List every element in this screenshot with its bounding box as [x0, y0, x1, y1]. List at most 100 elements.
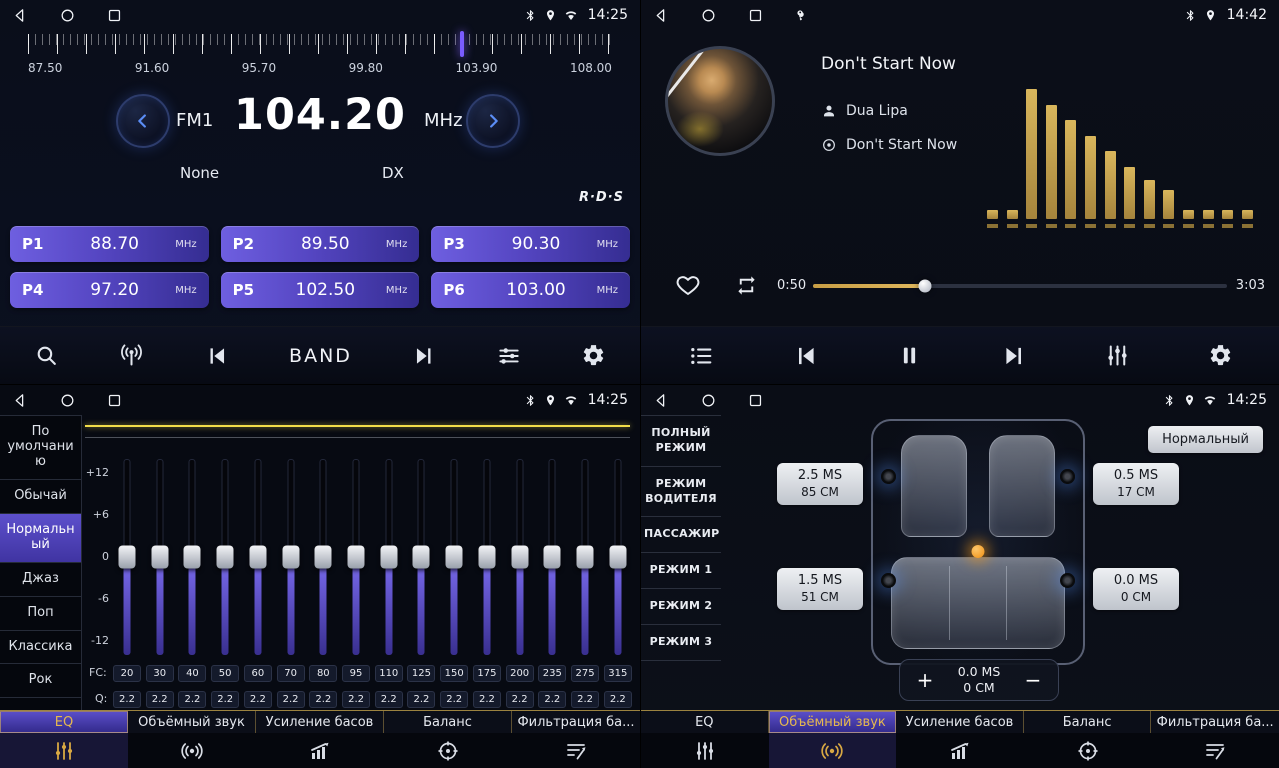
scale-indicator[interactable] [460, 31, 464, 57]
eq-slider-knob[interactable] [151, 546, 168, 569]
eq-icon[interactable] [641, 733, 769, 768]
band-button[interactable]: BAND [289, 345, 352, 367]
back-button[interactable] [12, 392, 29, 409]
playlist-button[interactable] [687, 342, 715, 370]
eq-band-slider[interactable] [604, 459, 632, 655]
rear-right-speaker[interactable] [1060, 573, 1075, 588]
eq-band-slider[interactable] [178, 459, 206, 655]
eq-band-slider[interactable] [113, 459, 141, 655]
front-right-speaker[interactable] [1060, 469, 1075, 484]
eq-band-slider[interactable] [244, 459, 272, 655]
front-left-speaker[interactable] [881, 469, 896, 484]
tab-balance[interactable]: Баланс [384, 711, 512, 733]
tune-down-button[interactable] [116, 94, 170, 148]
tune-sliders-button[interactable] [496, 343, 522, 369]
tab-bass-boost[interactable]: Усиление басов [896, 711, 1024, 733]
filter-icon[interactable] [512, 733, 640, 768]
eq-slider-knob[interactable] [217, 546, 234, 569]
tab-eq[interactable]: EQ [641, 711, 769, 733]
settings-button[interactable] [581, 343, 606, 368]
tab-eq[interactable]: EQ [0, 711, 128, 733]
home-button[interactable] [700, 7, 717, 24]
recents-button[interactable] [106, 7, 123, 24]
eq-preset-jazz[interactable]: Джаз [0, 563, 81, 597]
tune-up-button[interactable] [466, 94, 520, 148]
eq-icon[interactable] [0, 733, 128, 768]
filter-icon[interactable] [1151, 733, 1279, 768]
home-button[interactable] [700, 392, 717, 409]
preset-button-p5[interactable]: P5 102.50 MHz [221, 272, 420, 308]
preset-button-p3[interactable]: P3 90.30 MHz [431, 226, 630, 262]
eq-slider-knob[interactable] [511, 546, 528, 569]
eq-band-slider[interactable] [538, 459, 566, 655]
surround-icon[interactable] [769, 733, 897, 768]
back-button[interactable] [12, 7, 29, 24]
preset-button-p6[interactable]: P6 103.00 MHz [431, 272, 630, 308]
eq-band-slider[interactable] [571, 459, 599, 655]
eq-slider-knob[interactable] [282, 546, 299, 569]
eq-band-slider[interactable] [440, 459, 468, 655]
front-right-delay[interactable]: 0.5 MS 17 CM [1093, 463, 1179, 505]
preset-button-p1[interactable]: P1 88.70 MHz [10, 226, 209, 262]
eq-band-slider[interactable] [211, 459, 239, 655]
rear-left-delay[interactable]: 1.5 MS 51 CM [777, 568, 863, 610]
balance-icon[interactable] [1024, 733, 1152, 768]
eq-slider-knob[interactable] [577, 546, 594, 569]
eq-slider-knob[interactable] [249, 546, 266, 569]
eq-band-slider[interactable] [277, 459, 305, 655]
mode-driver[interactable]: РЕЖИМ ВОДИТЕЛЯ [641, 467, 721, 518]
recents-button[interactable] [106, 392, 123, 409]
eq-preset-custom[interactable]: Обычай [0, 480, 81, 514]
front-left-delay[interactable]: 2.5 MS 85 CM [777, 463, 863, 505]
back-button[interactable] [653, 7, 670, 24]
home-button[interactable] [59, 392, 76, 409]
eq-slider-knob[interactable] [446, 546, 463, 569]
eq-slider-knob[interactable] [348, 546, 365, 569]
progress-slider[interactable] [813, 284, 1227, 288]
seek-next-button[interactable] [411, 343, 437, 369]
eq-slider-knob[interactable] [184, 546, 201, 569]
eq-slider-knob[interactable] [315, 546, 332, 569]
broadcast-button[interactable] [118, 342, 145, 369]
preset-button-p2[interactable]: P2 89.50 MHz [221, 226, 420, 262]
seek-prev-button[interactable] [204, 343, 230, 369]
eq-preset-rock[interactable]: Рок [0, 664, 81, 698]
eq-slider-knob[interactable] [413, 546, 430, 569]
favorite-button[interactable] [675, 272, 701, 298]
eq-band-slider[interactable] [309, 459, 337, 655]
bass-boost-icon[interactable] [256, 733, 384, 768]
delay-decrease-button[interactable]: − [1020, 668, 1046, 692]
tab-surround[interactable]: Объёмный звук [769, 711, 897, 733]
eq-slider-knob[interactable] [380, 546, 397, 569]
eq-preset-default[interactable]: По умолчанию [0, 416, 81, 480]
settings-button[interactable] [1208, 343, 1233, 368]
tab-bass-boost[interactable]: Усиление басов [256, 711, 384, 733]
eq-preset-pop[interactable]: Поп [0, 597, 81, 631]
mode-full[interactable]: ПОЛНЫЙ РЕЖИМ [641, 416, 721, 467]
mode-2[interactable]: РЕЖИМ 2 [641, 589, 721, 625]
back-button[interactable] [653, 392, 670, 409]
eq-band-slider[interactable] [506, 459, 534, 655]
tab-balance[interactable]: Баланс [1024, 711, 1152, 733]
tab-filter[interactable]: Фильтрация ба... [512, 711, 640, 733]
rear-left-speaker[interactable] [881, 573, 896, 588]
mixer-button[interactable] [1104, 342, 1131, 369]
eq-band-slider[interactable] [473, 459, 501, 655]
progress-knob[interactable] [918, 280, 931, 293]
mode-1[interactable]: РЕЖИМ 1 [641, 553, 721, 589]
eq-slider-knob[interactable] [119, 546, 136, 569]
mode-3[interactable]: РЕЖИМ 3 [641, 625, 721, 661]
eq-slider-knob[interactable] [478, 546, 495, 569]
recents-button[interactable] [747, 392, 764, 409]
pause-button[interactable] [896, 342, 923, 369]
recents-button[interactable] [747, 7, 764, 24]
eq-preset-classic[interactable]: Классика [0, 631, 81, 665]
preset-button-p4[interactable]: P4 97.20 MHz [10, 272, 209, 308]
mode-passenger[interactable]: ПАССАЖИР [641, 517, 721, 553]
scan-button[interactable] [34, 343, 59, 368]
eq-band-slider[interactable] [146, 459, 174, 655]
eq-band-slider[interactable] [407, 459, 435, 655]
eq-slider-knob[interactable] [544, 546, 561, 569]
balance-icon[interactable] [384, 733, 512, 768]
bass-boost-icon[interactable] [896, 733, 1024, 768]
